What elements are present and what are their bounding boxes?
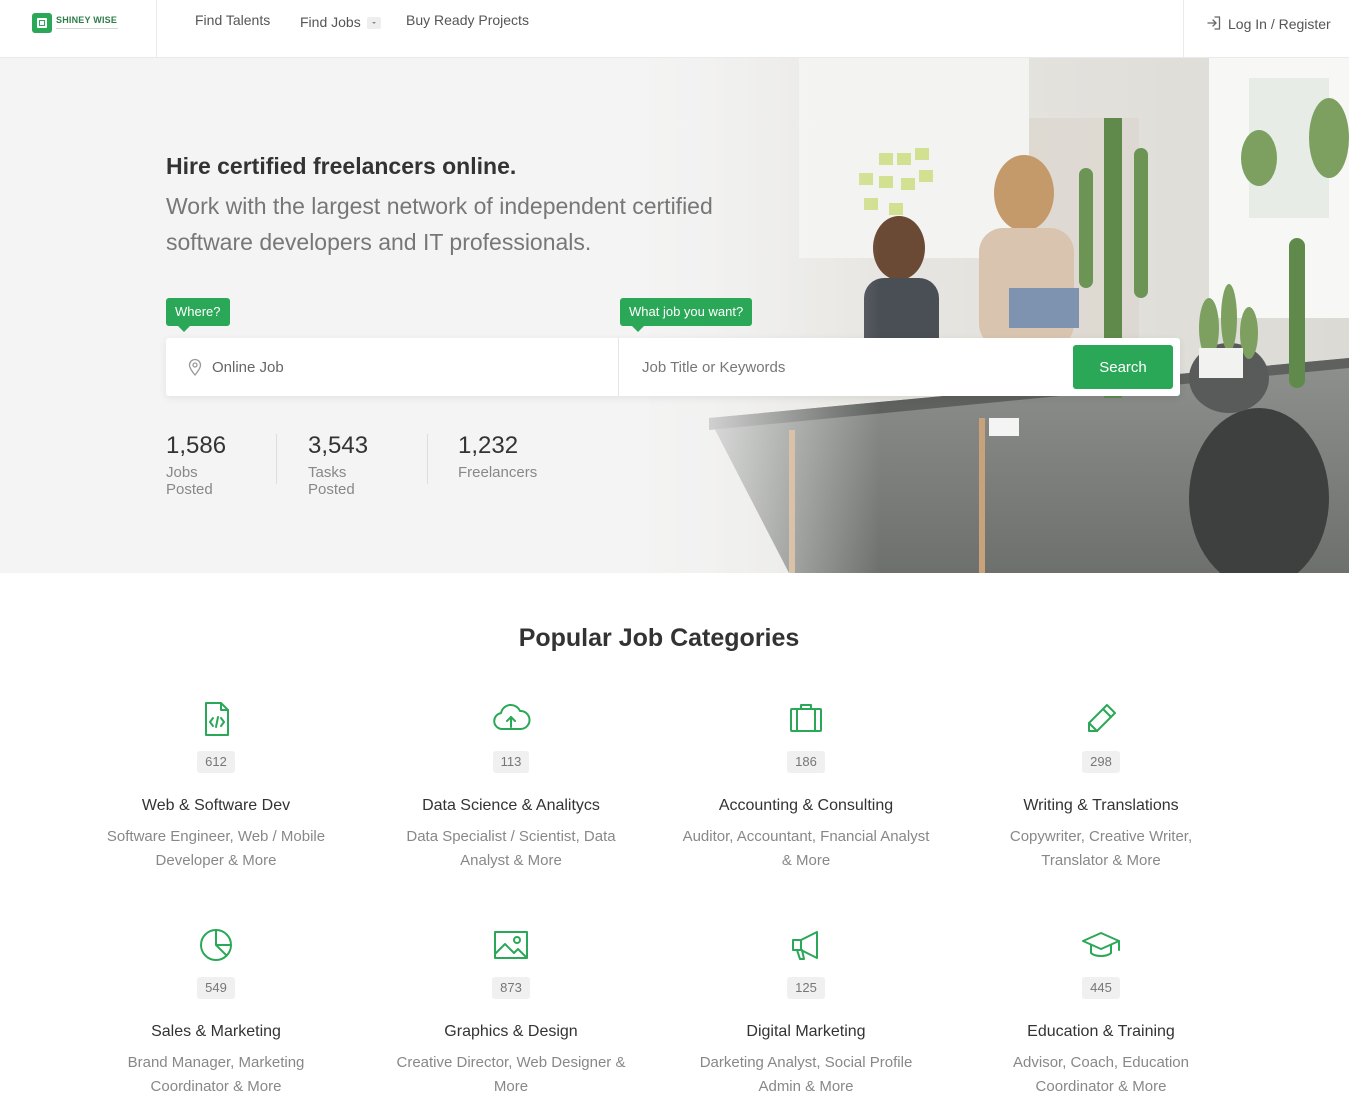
nav-find-talents[interactable]: Find Talents xyxy=(195,12,270,28)
stat-divider xyxy=(427,434,428,484)
login-register-link[interactable]: Log In / Register xyxy=(1183,0,1349,58)
nav-buy-ready-projects[interactable]: Buy Ready Projects xyxy=(406,12,529,28)
location-pin-icon xyxy=(188,358,202,376)
location-field xyxy=(166,338,619,396)
stat-jobs-posted: 1,586 Jobs Posted xyxy=(166,432,227,498)
search-bar: Search xyxy=(166,338,1180,396)
category-count: 612 xyxy=(197,751,235,773)
category-web-software-dev[interactable]: 612 Web & Software Dev Software Engineer… xyxy=(86,697,346,873)
category-count: 549 xyxy=(197,977,235,999)
category-education-training[interactable]: 445 Education & Training Advisor, Coach,… xyxy=(971,923,1231,1099)
briefcase-icon xyxy=(790,704,822,732)
stat-value: 3,543 xyxy=(308,432,369,459)
logo[interactable]: SHINEY WISE xyxy=(0,0,157,58)
stat-label: Jobs Posted xyxy=(166,464,213,498)
stat-label: Tasks Posted xyxy=(308,464,355,498)
nav-find-jobs-label: Find Jobs xyxy=(300,14,361,30)
chevron-down-icon xyxy=(366,17,381,30)
stat-label: Freelancers xyxy=(458,464,538,481)
category-title: Accounting & Consulting xyxy=(718,797,894,814)
category-title: Digital Marketing xyxy=(746,1023,866,1040)
search-button[interactable]: Search xyxy=(1073,345,1173,389)
location-input[interactable] xyxy=(212,338,592,396)
category-accounting-consulting[interactable]: 186 Accounting & Consulting Auditor, Acc… xyxy=(676,697,936,873)
category-sales-marketing[interactable]: 549 Sales & Marketing Brand Manager, Mar… xyxy=(86,923,346,1099)
pie-chart-icon xyxy=(200,929,232,961)
category-description: Advisor, Coach, Education Coordinator & … xyxy=(1013,1054,1189,1095)
category-title: Web & Software Dev xyxy=(141,797,291,814)
category-count: 445 xyxy=(1082,977,1120,999)
category-graphics-design[interactable]: 873 Graphics & Design Creative Director,… xyxy=(381,923,641,1099)
category-count: 298 xyxy=(1082,751,1120,773)
code-file-icon xyxy=(205,702,229,736)
logo-icon xyxy=(32,13,52,33)
category-data-science[interactable]: 113 Data Science & Analitycs Data Specia… xyxy=(381,697,641,873)
category-digital-marketing[interactable]: 125 Digital Marketing Darketing Analyst,… xyxy=(676,923,936,1099)
cloud-upload-icon xyxy=(493,704,531,730)
category-description: Creative Director, Web Designer & More xyxy=(396,1054,626,1095)
hero-section: Hire certified freelancers online. Work … xyxy=(0,58,1349,573)
category-description: Brand Manager, Marketing Coordinator & M… xyxy=(127,1054,305,1095)
category-count: 186 xyxy=(787,751,825,773)
section-title: Popular Job Categories xyxy=(518,624,800,652)
category-description: Auditor, Accountant, Fnancial Analyst & … xyxy=(682,828,930,869)
logo-text: SHINEY WISE xyxy=(56,15,118,29)
where-tag: Where? xyxy=(166,298,230,332)
stat-divider xyxy=(276,434,277,484)
stat-tasks-posted: 3,543 Tasks Posted xyxy=(308,432,369,498)
category-description: Data Specialist / Scientist, Data Analys… xyxy=(406,828,616,869)
category-title: Graphics & Design xyxy=(444,1023,578,1040)
login-register-label: Log In / Register xyxy=(1228,16,1331,32)
category-description: Copywriter, Creative Writer, Translator … xyxy=(1009,828,1193,869)
category-title: Sales & Marketing xyxy=(151,1023,281,1040)
category-writing-translations[interactable]: 298 Writing & Translations Copywriter, C… xyxy=(971,697,1231,873)
category-count: 113 xyxy=(492,751,530,773)
top-navbar: SHINEY WISE Find Talents Find Jobs Buy R… xyxy=(0,0,1349,58)
category-title: Education & Training xyxy=(1027,1023,1175,1040)
stat-freelancers: 1,232 Freelancers xyxy=(458,432,537,484)
category-count: 873 xyxy=(492,977,530,999)
image-icon xyxy=(494,931,528,959)
hero-title: Hire certified freelancers online. xyxy=(166,153,517,179)
pencil-icon xyxy=(1088,704,1116,732)
category-description: Darketing Analyst, Social Profile Admin … xyxy=(699,1054,913,1095)
category-title: Writing & Translations xyxy=(1023,797,1179,814)
megaphone-icon xyxy=(792,931,818,960)
hero-subtitle: Work with the largest network of indepen… xyxy=(166,193,713,255)
what-job-tag: What job you want? xyxy=(620,298,753,332)
stat-value: 1,232 xyxy=(458,432,519,459)
login-icon xyxy=(1207,16,1221,30)
graduation-cap-icon xyxy=(1082,932,1120,957)
category-count: 125 xyxy=(787,977,825,999)
job-keywords-input[interactable] xyxy=(642,338,1062,396)
category-description: Software Engineer, Web / Mobile Develope… xyxy=(106,828,326,869)
category-title: Data Science & Analitycs xyxy=(422,797,600,814)
nav-find-jobs[interactable]: Find Jobs xyxy=(300,14,381,30)
stat-value: 1,586 xyxy=(166,432,227,459)
